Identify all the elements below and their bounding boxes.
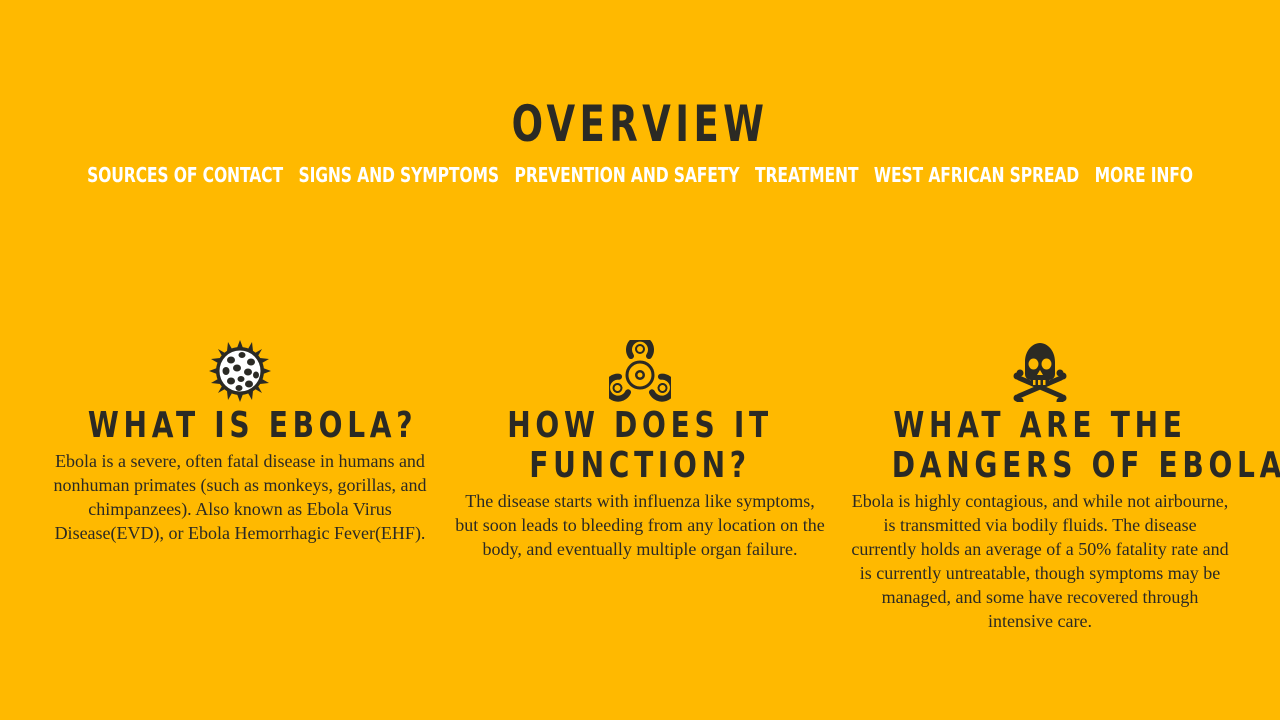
page-title: OVERVIEW — [511, 95, 769, 153]
section-heading: WHAT IS EBOLA? — [45, 406, 435, 446]
nav-link-prevention-and-safety[interactable]: PREVENTION AND SAFETY — [515, 160, 740, 190]
section-text: The disease starts with influenza like s… — [455, 491, 825, 559]
nav-link-more-info[interactable]: MORE INFO — [1095, 160, 1193, 190]
nav-link-west-african-spread[interactable]: WEST AFRICAN SPREAD — [874, 160, 1079, 190]
section-text: Ebola is a severe, often fatal disease i… — [53, 451, 427, 543]
section-heading: WHAT ARE THE DANGERS OF EBOLA? — [850, 405, 1280, 486]
main-nav: SOURCES OF CONTACT SIGNS AND SYMPTOMS PR… — [87, 160, 1193, 190]
section-dangers-of-ebola: WHAT ARE THE DANGERS OF EBOLA? Ebola is … — [850, 340, 1280, 633]
section-heading: HOW DOES IT FUNCTION? — [455, 406, 825, 486]
biohazard-icon — [609, 340, 671, 402]
section-heading-line: FUNCTION? — [529, 445, 751, 486]
section-how-does-it-function: HOW DOES IT FUNCTION? The disease starts… — [455, 340, 825, 561]
nav-link-treatment[interactable]: TREATMENT — [755, 160, 858, 190]
section-heading-line: WHAT IS EBOLA? — [87, 405, 418, 446]
nav-link-signs-and-symptoms[interactable]: SIGNS AND SYMPTOMS — [299, 160, 500, 190]
skull-crossbones-icon — [1013, 343, 1067, 402]
virus-icon — [209, 340, 271, 402]
section-heading-line: WHAT ARE THE — [893, 405, 1187, 446]
section-what-is-ebola: WHAT IS EBOLA? Ebola is a severe, often … — [45, 340, 435, 545]
section-heading-line: DANGERS OF EBOLA? — [891, 445, 1280, 486]
section-text: Ebola is highly contagious, and while no… — [851, 491, 1229, 631]
nav-link-sources-of-contact[interactable]: SOURCES OF CONTACT — [87, 160, 283, 190]
section-heading-line: HOW DOES IT — [507, 405, 773, 446]
